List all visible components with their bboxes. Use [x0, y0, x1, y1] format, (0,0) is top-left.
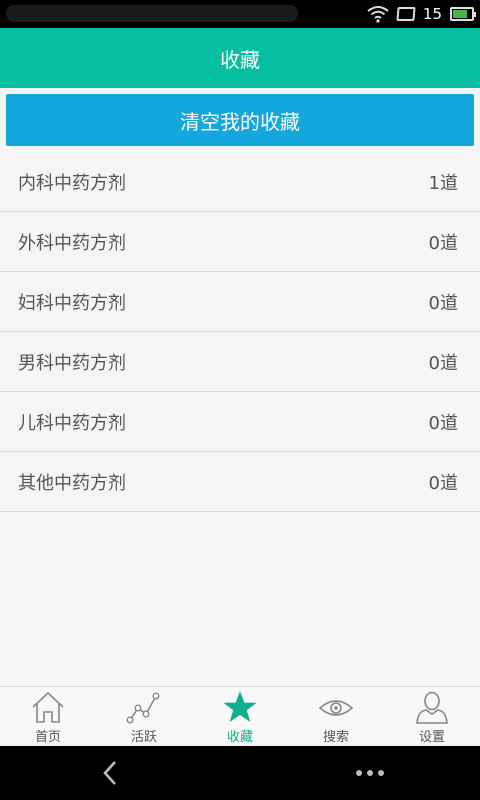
eye-icon: [318, 700, 354, 716]
more-options-button[interactable]: [340, 746, 400, 800]
bottom-tab-bar: 首页 活跃 收藏 搜索 设置: [0, 686, 480, 747]
tab-favorites[interactable]: 收藏: [192, 687, 288, 747]
tab-search[interactable]: 搜索: [288, 687, 384, 747]
notification-area: [6, 5, 298, 22]
category-name: 内科中药方剂: [18, 172, 126, 194]
battery-icon: [450, 7, 476, 21]
tab-activity[interactable]: 活跃: [96, 687, 192, 747]
star-icon: [223, 691, 257, 722]
list-item[interactable]: 儿科中药方剂 0道: [0, 392, 480, 452]
category-count: 0道: [428, 472, 458, 494]
category-name: 儿科中药方剂: [18, 412, 126, 434]
list-item[interactable]: 内科中药方剂 1道: [0, 152, 480, 212]
category-count: 0道: [428, 232, 458, 254]
list-item[interactable]: 妇科中药方剂 0道: [0, 272, 480, 332]
category-name: 其他中药方剂: [18, 472, 126, 494]
tab-settings[interactable]: 设置: [384, 687, 480, 747]
battery-percentage: 15: [422, 5, 442, 23]
back-button[interactable]: [80, 746, 140, 800]
more-dots-icon: [356, 770, 384, 776]
tab-label: 活跃: [130, 730, 157, 745]
list-item[interactable]: 男科中药方剂 0道: [0, 332, 480, 392]
tab-label: 搜索: [322, 730, 349, 745]
category-count: 1道: [428, 172, 458, 194]
category-name: 男科中药方剂: [18, 352, 126, 374]
user-icon: [416, 691, 448, 724]
page-title: 收藏: [220, 47, 260, 72]
list-item[interactable]: 外科中药方剂 0道: [0, 212, 480, 272]
status-bar: 15: [0, 0, 480, 28]
home-icon: [32, 691, 64, 723]
screen-icon: [396, 7, 416, 21]
activity-icon: [126, 692, 160, 724]
category-name: 妇科中药方剂: [18, 292, 126, 314]
page-header: 收藏: [0, 28, 480, 88]
tab-label: 首页: [34, 730, 61, 745]
clear-favorites-button[interactable]: 清空我的收藏: [6, 94, 474, 146]
list-item[interactable]: 其他中药方剂 0道: [0, 452, 480, 512]
category-count: 0道: [428, 292, 458, 314]
wifi-icon: [367, 6, 389, 23]
category-name: 外科中药方剂: [18, 232, 126, 254]
favorites-category-list: 内科中药方剂 1道 外科中药方剂 0道 妇科中药方剂 0道 男科中药方剂 0道 …: [0, 152, 480, 512]
back-arrow-icon: [103, 761, 116, 785]
tab-home[interactable]: 首页: [0, 687, 96, 747]
tab-label: 设置: [418, 730, 445, 745]
category-count: 0道: [428, 412, 458, 434]
category-count: 0道: [428, 352, 458, 374]
system-navigation-bar: [0, 746, 480, 800]
tab-label: 收藏: [226, 730, 253, 745]
